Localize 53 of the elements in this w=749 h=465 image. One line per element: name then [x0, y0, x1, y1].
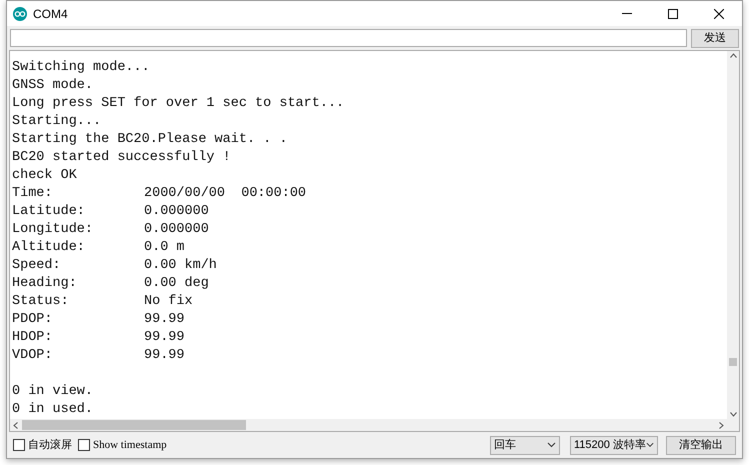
field-value: 99.99 — [144, 347, 185, 365]
output-line: 0 in view. — [12, 383, 94, 401]
checkbox[interactable] — [13, 439, 25, 451]
checkbox[interactable] — [78, 439, 90, 451]
field-label: Time: — [12, 185, 54, 203]
line-ending-dropdown[interactable]: 回车 — [490, 436, 560, 454]
scroll-up-icon — [730, 53, 736, 58]
output-line: Switching mode... — [12, 59, 151, 77]
scroll-down-icon — [730, 412, 736, 417]
field-value: 0.000000 — [144, 203, 209, 221]
scroll-left-icon — [13, 422, 18, 428]
field-value: 0.0 m — [144, 239, 185, 257]
field-value: 0.000000 — [144, 221, 209, 239]
vertical-scrollbar[interactable] — [727, 51, 739, 419]
output-line: Starting the BC20.Please wait. . . — [12, 131, 288, 149]
checkbox-label: 自动滚屏 — [28, 438, 72, 453]
field-label: Status: — [12, 293, 70, 311]
scroll-right-icon — [719, 422, 724, 428]
output-line: Starting... — [12, 113, 102, 131]
close-icon — [714, 8, 724, 18]
maximize-icon — [668, 8, 678, 18]
chevron-down-icon — [547, 442, 556, 448]
field-value: No fix — [144, 293, 193, 311]
field-label: Heading: — [12, 275, 78, 293]
send-input-field[interactable] — [10, 29, 687, 47]
window-title: COM4 — [33, 6, 68, 22]
scroll-thumb[interactable] — [22, 420, 246, 430]
field-label: VDOP: — [12, 347, 54, 365]
output-line: check OK — [12, 167, 78, 185]
field-label: PDOP: — [12, 311, 54, 329]
field-value: 99.99 — [144, 311, 185, 329]
field-label: Longitude: — [12, 221, 94, 239]
field-value: 0.00 km/h — [144, 257, 217, 275]
chevron-down-icon — [646, 442, 654, 448]
output-line: GNSS mode. — [12, 77, 94, 95]
output-line: BC20 started successfully ! — [12, 149, 232, 167]
field-value: 0.00 deg — [144, 275, 209, 293]
minimize-icon — [622, 13, 632, 14]
field-label: HDOP: — [12, 329, 54, 347]
baud-rate-dropdown[interactable]: 115200 波特率 — [570, 436, 658, 454]
horizontal-scrollbar[interactable] — [10, 419, 739, 431]
field-value: 2000/00/00 00:00:00 — [144, 185, 306, 203]
output-line: 0 in used. — [12, 401, 94, 419]
field-label: Altitude: — [12, 239, 86, 257]
field-label: Speed: — [12, 257, 62, 275]
output-line: Long press SET for over 1 sec to start... — [12, 95, 346, 113]
field-label: Latitude: — [12, 203, 86, 221]
checkbox-label: Show timestamp — [93, 438, 167, 453]
clear-output-button[interactable]: 清空输出 — [666, 436, 736, 454]
scroll-thumb[interactable] — [729, 358, 737, 366]
app-logo-icon — [13, 6, 27, 20]
send-button[interactable]: 发送 — [691, 28, 739, 48]
field-value: 99.99 — [144, 329, 185, 347]
